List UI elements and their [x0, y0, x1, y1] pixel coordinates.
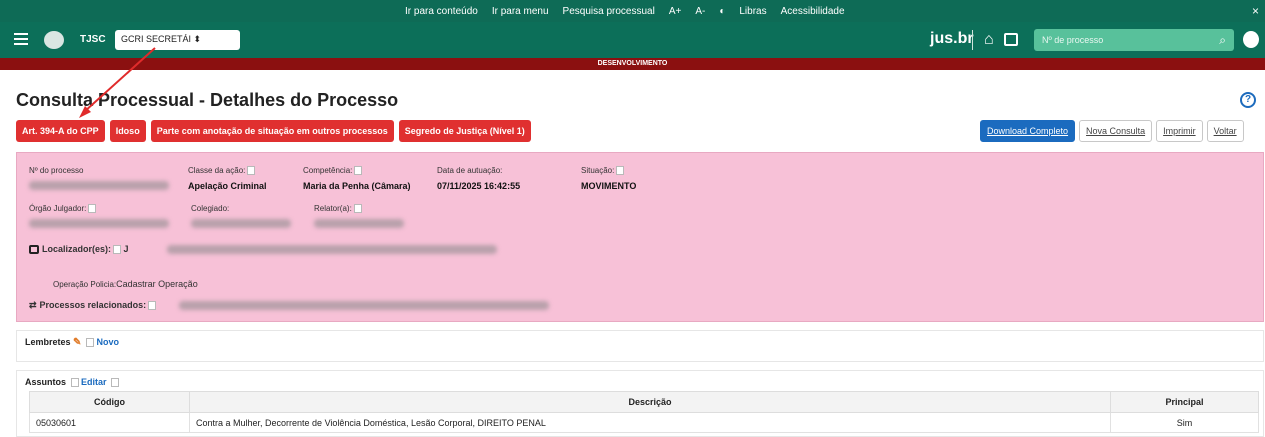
libras-link[interactable]: Libras	[739, 6, 766, 17]
collegiate-redacted	[191, 219, 291, 228]
subject-code: 05030601	[29, 412, 190, 433]
user-icon[interactable]	[1243, 31, 1259, 48]
skip-to-content-link[interactable]: Ir para conteúdo	[405, 6, 478, 17]
print-button[interactable]: Imprimir	[1156, 120, 1203, 142]
tag-art-394a: Art. 394-A do CPP	[16, 120, 105, 142]
pencil-icon[interactable]: ✎	[73, 337, 81, 348]
contrast-icon[interactable]: ◐	[719, 6, 725, 17]
help-icon[interactable]: ?	[1240, 92, 1256, 108]
reminders-panel: Lembretes ✎ Novo	[16, 330, 1264, 362]
process-tags: Art. 394-A do CPP Idoso Parte com anotaç…	[16, 120, 531, 142]
filing-date-label: Data de autuação:	[437, 166, 503, 175]
document-icon[interactable]	[111, 378, 120, 388]
environment-bar: DESENVOLVIMENTO	[0, 58, 1265, 70]
tray-icon[interactable]	[1004, 33, 1018, 46]
rapporteur-redacted	[314, 219, 404, 228]
document-icon[interactable]	[88, 204, 97, 214]
close-icon[interactable]: ×	[1252, 4, 1259, 18]
judging-body-redacted	[29, 219, 169, 228]
edit-subjects-link[interactable]: Editar	[81, 377, 107, 387]
navbar-divider	[972, 30, 973, 50]
locators-label: Localizador(es): J	[29, 244, 129, 255]
police-operation: Operação Policia:Cadastrar Operação	[53, 279, 198, 289]
description-column-header: Descrição	[189, 391, 1111, 413]
increase-font-button[interactable]: A+	[669, 6, 682, 17]
filing-date-value: 07/11/2025 16:42:55	[437, 181, 521, 191]
document-icon	[70, 378, 79, 388]
subjects-table: Código Descrição Principal 05030601 Cont…	[29, 391, 1259, 433]
locator-icon	[29, 245, 39, 255]
code-column-header: Código	[29, 391, 190, 413]
document-icon[interactable]	[247, 166, 256, 176]
skip-to-menu-link[interactable]: Ir para menu	[492, 6, 549, 17]
document-icon[interactable]	[148, 301, 157, 311]
principal-column-header: Principal	[1110, 391, 1259, 413]
rapporteur-label: Relator(a):	[314, 204, 362, 214]
process-number-label: Nº do processo	[29, 166, 84, 175]
search-icon[interactable]: ⌕	[1219, 33, 1226, 48]
tag-parte-anotacao: Parte com anotação de situação em outros…	[150, 120, 394, 142]
process-search: ⌕	[1034, 29, 1234, 51]
new-reminder-link[interactable]: Novo	[96, 337, 119, 347]
table-row: 05030601 Contra a Mulher, Decorrente de …	[29, 412, 1259, 433]
status-label: Situação:	[581, 166, 625, 176]
reminders-title: Lembretes ✎ Novo	[25, 337, 119, 348]
accessibility-links: Ir para conteúdo Ir para menu Pesquisa p…	[405, 6, 845, 17]
subject-principal: Sim	[1110, 412, 1259, 433]
menu-icon[interactable]	[14, 33, 28, 45]
back-button[interactable]: Voltar	[1206, 120, 1244, 142]
process-number-redacted	[29, 181, 169, 190]
subjects-panel: Assuntos Editar Código Descrição Princip…	[16, 370, 1264, 437]
collegiate-label: Colegiado:	[191, 204, 230, 213]
locator-prefix: J	[123, 244, 129, 254]
process-actions: Download Completo Nova Consulta Imprimir…	[980, 120, 1244, 142]
home-icon[interactable]: ⌂	[984, 31, 994, 49]
judging-body-label: Órgão Julgador:	[29, 204, 97, 214]
action-class-label: Classe da ação:	[188, 166, 256, 176]
process-search-link[interactable]: Pesquisa processual	[563, 6, 655, 17]
page-title: Consulta Processual - Detalhes do Proces…	[16, 90, 399, 110]
competence-label: Competência:	[303, 166, 363, 176]
decrease-font-button[interactable]: A-	[695, 6, 705, 17]
tag-segredo-justica: Segredo de Justiça (Nível 1)	[398, 120, 531, 142]
new-query-button[interactable]: Nova Consulta	[1079, 120, 1153, 142]
process-details-panel: Nº do processo Classe da ação: Apelação …	[16, 152, 1264, 322]
subjects-title: Assuntos Editar	[25, 377, 120, 388]
tribunal-logo	[44, 31, 64, 49]
organization-label: TJSC	[80, 34, 106, 45]
download-complete-button[interactable]: Download Completo	[980, 120, 1076, 142]
profile-select[interactable]: GCRI SECRETÁI ⬍	[115, 30, 240, 50]
tag-idoso: Idoso	[109, 120, 146, 142]
document-icon[interactable]	[354, 166, 363, 176]
related-processes-icon: ⇄	[29, 300, 37, 310]
document-icon	[85, 338, 94, 348]
document-icon[interactable]	[113, 245, 122, 255]
accessibility-link[interactable]: Acessibilidade	[781, 6, 845, 17]
document-icon[interactable]	[616, 166, 625, 176]
subject-description: Contra a Mulher, Decorrente de Violência…	[189, 412, 1111, 433]
locators-redacted	[167, 245, 497, 254]
action-class-value: Apelação Criminal	[188, 181, 267, 191]
status-value: MOVIMENTO	[581, 181, 637, 191]
process-number-input[interactable]	[1042, 33, 1202, 47]
competence-value: Maria da Penha (Câmara)	[303, 181, 411, 191]
main-navbar: TJSC GCRI SECRETÁI ⬍ jus.br ⌂ ⌕	[0, 22, 1265, 58]
document-icon[interactable]	[353, 204, 362, 214]
related-processes-label: ⇄ Processos relacionados:	[29, 300, 157, 311]
jus-br-logo: jus.br	[930, 30, 974, 47]
related-processes-redacted	[179, 301, 549, 310]
